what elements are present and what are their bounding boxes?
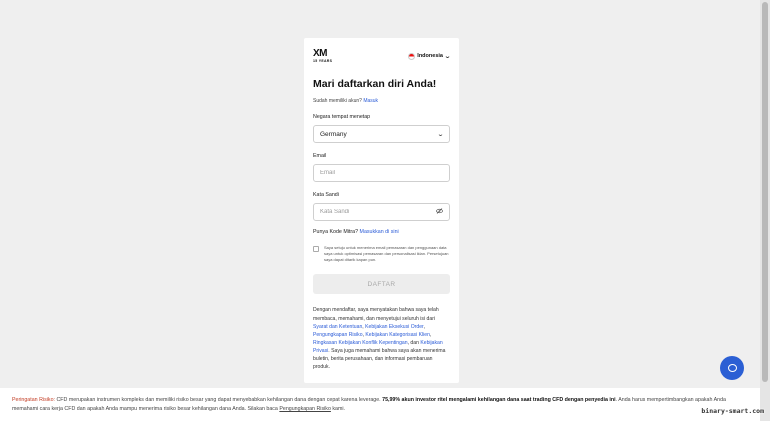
chat-bubble-icon <box>727 364 737 372</box>
chevron-down-icon: ⌄ <box>443 53 452 60</box>
risk-warning-label: Peringatan Risiko: <box>12 397 55 403</box>
xm-logo[interactable]: XM 15 YEARS <box>313 47 333 64</box>
terms-sep: , <box>423 323 425 330</box>
login-link[interactable]: Masuk <box>363 98 378 104</box>
registration-card: XM 15 YEARS Indonesia ⌄ Mari daftarkan d… <box>304 38 459 383</box>
chat-button[interactable] <box>720 356 744 380</box>
indonesia-flag-icon <box>408 52 416 60</box>
chevron-down-icon: ⌄ <box>436 131 445 138</box>
page-title: Mari daftarkan diri Anda! <box>313 78 437 90</box>
terms-outro: . Saya juga memahami bahwa saya akan men… <box>313 348 446 371</box>
terms-conditions-link[interactable]: Syarat dan Ketentuan <box>313 324 362 330</box>
language-selector[interactable]: Indonesia ⌄ <box>408 52 452 60</box>
conflict-of-interest-link[interactable]: Ringkasan Kebijakan Konflik Kepentingan <box>313 340 408 346</box>
risk-warning-footer: Peringatan Risiko: CFD merupakan instrum… <box>0 388 760 421</box>
risk-disclosure-link[interactable]: Pengungkapan Risiko <box>313 332 363 338</box>
terms-intro: Dengan mendaftar, saya menyatakan bahwa … <box>313 307 439 322</box>
partner-question: Punya Kode Mitra? <box>313 229 359 235</box>
password-field-wrapper <box>313 203 450 221</box>
client-categorization-link[interactable]: Kebijakan Kategorisasi Klien <box>365 332 430 338</box>
register-button[interactable]: DAFTAR <box>313 274 450 295</box>
card-header: XM 15 YEARS Indonesia ⌄ <box>313 46 452 66</box>
terms-sep: , <box>429 331 432 338</box>
marketing-consent: Saya setuju untuk menerima email pemasar… <box>313 245 450 262</box>
password-field[interactable] <box>320 209 436 215</box>
country-select[interactable]: Germany ⌄ <box>313 125 450 143</box>
scrollbar-thumb[interactable] <box>762 2 768 382</box>
country-value: Germany <box>320 130 347 138</box>
risk-text: kami. <box>330 406 346 412</box>
login-prompt: Sudah memiliki akun? Masuk <box>313 98 450 104</box>
order-execution-link[interactable]: Kebijakan Eksekusi Order <box>365 324 423 330</box>
risk-statistic: 75,99% akun investor ritel mengalami keh… <box>382 397 616 403</box>
terms-text: Dengan mendaftar, saya menyatakan bahwa … <box>313 306 450 371</box>
language-label: Indonesia <box>417 53 443 59</box>
have-account-text: Sudah memiliki akun? <box>313 98 362 104</box>
email-field-wrapper <box>313 164 450 182</box>
logo-mark: XM <box>313 47 328 59</box>
password-label: Kata Sandi <box>313 192 339 198</box>
consent-checkbox[interactable] <box>313 246 319 252</box>
email-label: Email <box>313 153 327 159</box>
risk-text: CFD merupakan instrumen kompleks dan mem… <box>55 397 383 403</box>
consent-text: Saya setuju untuk menerima email pemasar… <box>324 245 449 262</box>
partner-code-line: Punya Kode Mitra? Masukkan di sini <box>313 229 450 235</box>
page-scrollbar[interactable] <box>760 0 770 421</box>
terms-sep: , dan <box>407 339 421 346</box>
eye-off-icon[interactable] <box>436 208 443 216</box>
logo-subtitle: 15 YEARS <box>313 58 333 63</box>
watermark: binary-smart.com <box>701 407 764 415</box>
partner-code-link[interactable]: Masukkan di sini <box>360 229 399 235</box>
country-label: Negara tempat menetap <box>313 114 371 120</box>
risk-disclosure-footer-link[interactable]: Pengungkapan Risiko <box>279 406 331 412</box>
email-field[interactable] <box>320 170 443 176</box>
